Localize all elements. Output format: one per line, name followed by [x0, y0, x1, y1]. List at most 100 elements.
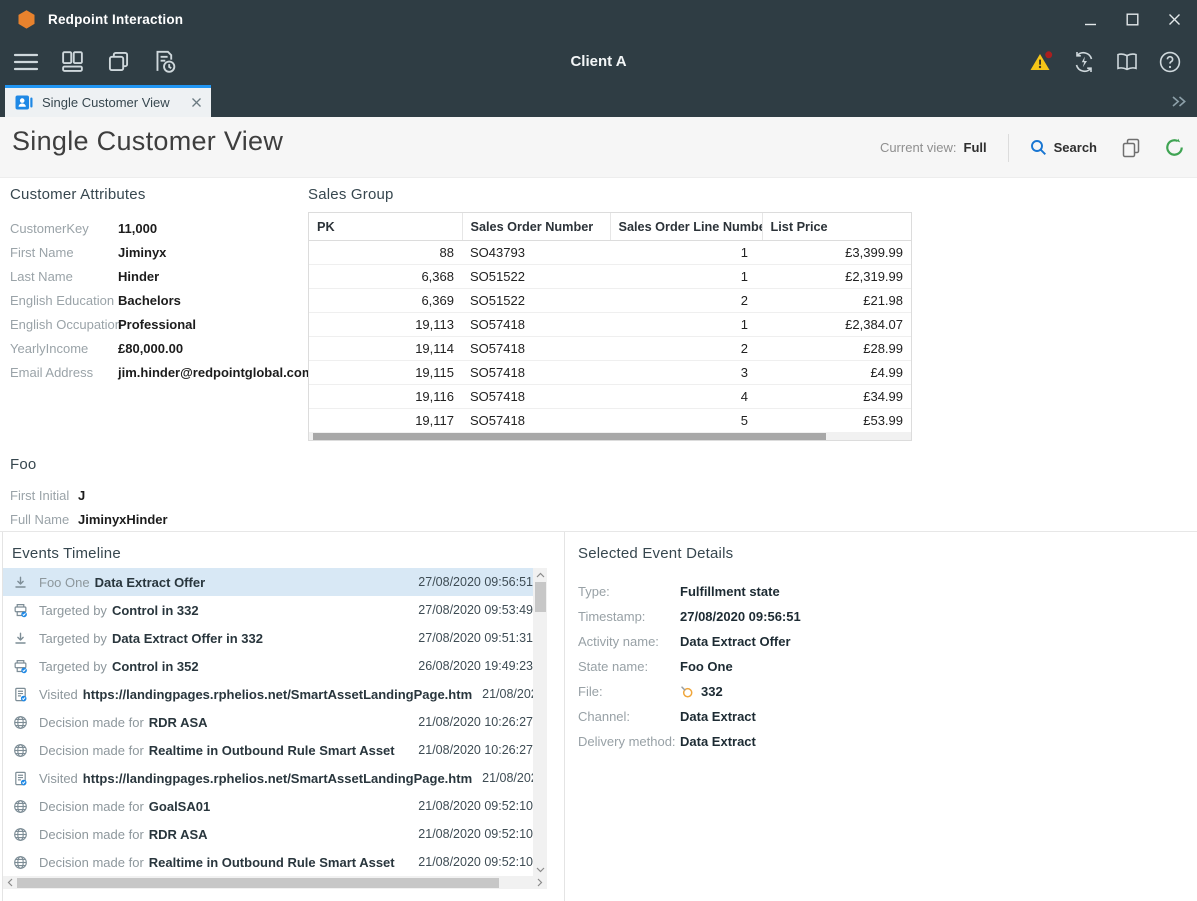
- event-timestamp: 27/08/2020 09:53:49: [408, 603, 533, 617]
- page-header: Single Customer View Current view: Full …: [0, 117, 1197, 178]
- event-name: RDR ASA: [149, 827, 208, 842]
- attribute-row: First NameJiminyx: [10, 240, 310, 264]
- column-header[interactable]: Sales Order Line Number: [610, 213, 762, 241]
- column-header[interactable]: List Price: [762, 213, 911, 241]
- search-icon: [1030, 139, 1047, 156]
- detail-row: File:332: [578, 679, 801, 704]
- scrollbar-thumb[interactable]: [535, 582, 546, 612]
- scroll-down-icon[interactable]: [533, 863, 547, 876]
- table-row[interactable]: 19,115SO574183£4.99: [309, 361, 911, 385]
- table-cell: 3: [610, 361, 762, 385]
- event-row[interactable]: Targeted byControl in 33227/08/2020 09:5…: [3, 596, 533, 624]
- selected-event-details-section: Selected Event Details Type:Fulfillment …: [566, 532, 1197, 901]
- event-row[interactable]: Decision made forRealtime in Outbound Ru…: [3, 736, 533, 764]
- attribute-row: YearlyIncome£80,000.00: [10, 336, 310, 360]
- window-controls: [1081, 0, 1183, 38]
- toolbar: Client A: [0, 38, 1197, 85]
- table-row[interactable]: 6,369SO515222£21.98: [309, 289, 911, 313]
- horizontal-scrollbar[interactable]: [309, 432, 911, 440]
- table-cell: SO51522: [462, 289, 610, 313]
- event-row[interactable]: Decision made forRDR ASA21/08/2020 09:52…: [3, 820, 533, 848]
- event-timestamp: 21/08/2020 10:26:27: [408, 715, 533, 729]
- table-cell: 19,116: [309, 385, 462, 409]
- bottom-panels: Events Timeline Foo OneData Extract Offe…: [0, 531, 1197, 901]
- event-row[interactable]: Targeted byData Extract Offer in 33227/0…: [3, 624, 533, 652]
- table-cell: £28.99: [762, 337, 911, 361]
- event-prefix: Targeted by: [39, 659, 107, 674]
- event-row[interactable]: Visitedhttps://landingpages.rphelios.net…: [3, 764, 533, 792]
- scroll-left-icon[interactable]: [3, 876, 17, 889]
- tab-single-customer-view[interactable]: Single Customer View: [5, 85, 211, 117]
- tab-overflow-chevron-icon[interactable]: [1170, 85, 1187, 117]
- globe-icon: [13, 855, 29, 870]
- event-name: Realtime in Outbound Rule Smart Asset: [149, 855, 395, 870]
- table-row[interactable]: 19,113SO574181£2,384.07: [309, 313, 911, 337]
- table-cell: £2,384.07: [762, 313, 911, 337]
- attribute-value: Bachelors: [118, 293, 181, 308]
- attribute-label: First Initial: [10, 488, 78, 503]
- event-row[interactable]: Targeted byControl in 35226/08/2020 19:4…: [3, 652, 533, 680]
- current-view-value[interactable]: Full: [964, 140, 987, 155]
- attribute-value: jim.hinder@redpointglobal.com: [118, 365, 313, 380]
- detail-label: Timestamp:: [578, 609, 680, 624]
- copy-pages-icon[interactable]: [1122, 138, 1140, 158]
- help-icon[interactable]: [1157, 49, 1183, 75]
- event-prefix: Foo One: [39, 575, 90, 590]
- refresh-icon[interactable]: [1165, 138, 1184, 157]
- section-title: Sales Group: [308, 186, 912, 203]
- table-cell: 1: [610, 241, 762, 265]
- attribute-row: Last NameHinder: [10, 264, 310, 288]
- download-icon: [13, 575, 29, 590]
- event-row[interactable]: Decision made forRealtime in Outbound Ru…: [3, 848, 533, 876]
- sales-group-table: PKSales Order NumberSales Order Line Num…: [308, 212, 912, 441]
- section-title: Foo: [10, 456, 168, 473]
- tab-close-icon[interactable]: [191, 97, 202, 108]
- event-row[interactable]: Decision made forGoalSA0121/08/2020 09:5…: [3, 792, 533, 820]
- event-timestamp: 21/08/2020 10:26:27: [408, 743, 533, 757]
- table-cell: 4: [610, 385, 762, 409]
- customer-attributes-section: Customer Attributes CustomerKey11,000Fir…: [10, 186, 310, 384]
- scroll-right-icon[interactable]: [533, 876, 547, 889]
- warning-alert-icon[interactable]: [1028, 49, 1054, 75]
- table-row[interactable]: 6,368SO515221£2,319.99: [309, 265, 911, 289]
- event-row[interactable]: Foo OneData Extract Offer27/08/2020 09:5…: [3, 568, 533, 596]
- vertical-scrollbar[interactable]: [533, 568, 547, 876]
- table-row[interactable]: 19,114SO574182£28.99: [309, 337, 911, 361]
- customer-card-icon: [15, 95, 33, 110]
- table-cell: £53.99: [762, 409, 911, 433]
- scroll-up-icon[interactable]: [533, 568, 547, 581]
- table-cell: SO51522: [462, 265, 610, 289]
- event-name: Data Extract Offer in 332: [112, 631, 263, 646]
- event-timestamp: 27/08/2020 09:51:31: [408, 631, 533, 645]
- window-minimize-button[interactable]: [1081, 10, 1099, 28]
- search-button[interactable]: Search: [1030, 139, 1097, 156]
- visited-page-icon: [13, 771, 29, 786]
- column-header[interactable]: PK: [309, 213, 462, 241]
- table-row[interactable]: 88SO437931£3,399.99: [309, 241, 911, 265]
- scrollbar-thumb[interactable]: [313, 433, 826, 440]
- event-timestamp: 21/08/2020 09:52:10: [472, 771, 533, 785]
- attribute-row: CustomerKey11,000: [10, 216, 310, 240]
- detail-row: Activity name:Data Extract Offer: [578, 629, 801, 654]
- book-icon[interactable]: [1114, 49, 1140, 75]
- table-row[interactable]: 19,117SO574185£53.99: [309, 409, 911, 433]
- attribute-row: English OccupationProfessional: [10, 312, 310, 336]
- event-name: Control in 332: [112, 603, 199, 618]
- window-close-button[interactable]: [1165, 10, 1183, 28]
- window-maximize-button[interactable]: [1123, 10, 1141, 28]
- event-name: Control in 352: [112, 659, 199, 674]
- attribute-value: Professional: [118, 317, 196, 332]
- page-title: Single Customer View: [12, 126, 283, 157]
- detail-label: Type:: [578, 584, 680, 599]
- sync-power-icon[interactable]: [1071, 49, 1097, 75]
- horizontal-scrollbar[interactable]: [3, 876, 547, 889]
- detail-row: Type:Fulfillment state: [578, 579, 801, 604]
- globe-icon: [13, 743, 29, 758]
- table-cell: £21.98: [762, 289, 911, 313]
- detail-value: Data Extract Offer: [680, 634, 791, 649]
- table-row[interactable]: 19,116SO574184£34.99: [309, 385, 911, 409]
- column-header[interactable]: Sales Order Number: [462, 213, 610, 241]
- event-row[interactable]: Visitedhttps://landingpages.rphelios.net…: [3, 680, 533, 708]
- scrollbar-thumb[interactable]: [17, 878, 499, 888]
- event-row[interactable]: Decision made forRDR ASA21/08/2020 10:26…: [3, 708, 533, 736]
